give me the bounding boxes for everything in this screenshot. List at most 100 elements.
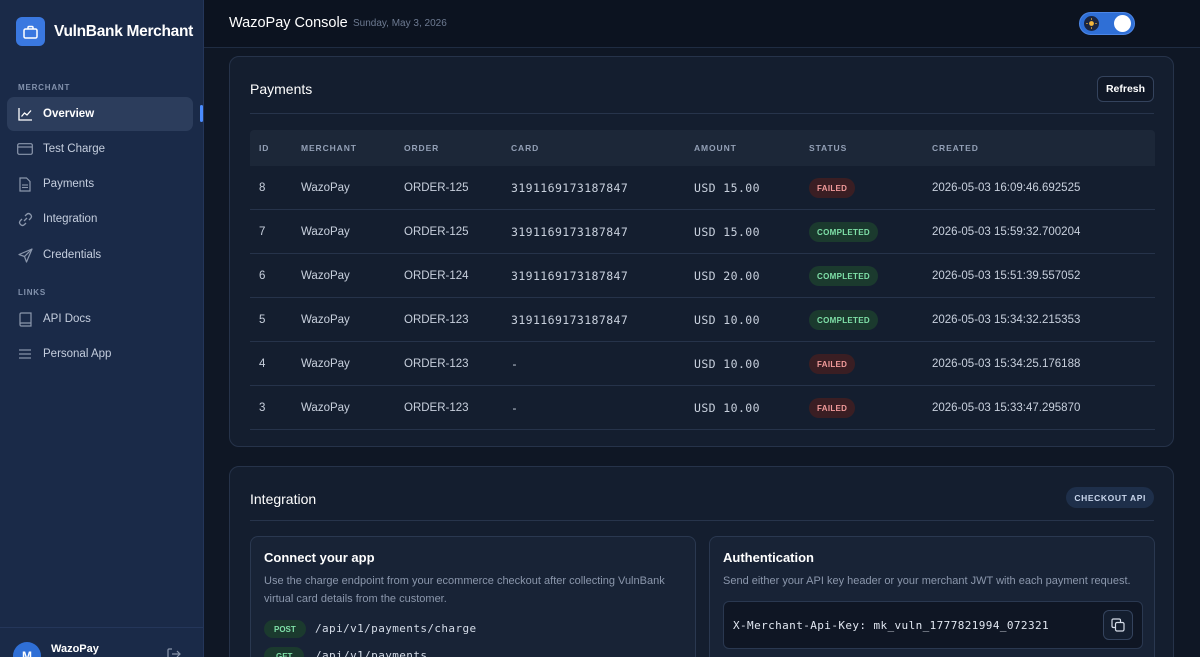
send-icon — [17, 247, 33, 263]
status-badge: FAILED — [809, 398, 856, 418]
table-row[interactable]: 5 WazoPay ORDER-123 3191169173187847 USD 10.… — [250, 298, 1155, 342]
status-badge: COMPLETED — [809, 266, 878, 286]
sidebar-item-label: Overview — [43, 108, 95, 120]
cell-created-text: 2026-05-03 16:09:46.692525 — [932, 182, 1081, 194]
cell-order-text: ORDER-123 — [404, 358, 469, 370]
cell-card-text: - — [511, 401, 519, 415]
table-row[interactable]: 3 WazoPay ORDER-123 - USD 10.00 FAILED 2026-05… — [250, 386, 1155, 430]
authentication-panel: Authentication Send either your API key … — [709, 536, 1155, 657]
integration-title: Integration — [250, 491, 317, 507]
cell-merchant: WazoPay — [301, 166, 350, 210]
theme-toggle[interactable] — [1079, 12, 1135, 35]
cell-status: FAILED — [809, 386, 856, 430]
cell-order: ORDER-124 — [404, 254, 469, 298]
refresh-button[interactable]: Refresh — [1097, 76, 1154, 102]
cell-merchant: WazoPay — [301, 298, 350, 342]
status-badge: COMPLETED — [809, 310, 878, 330]
connect-app-panel: Connect your app Use the charge endpoint… — [250, 536, 696, 657]
cell-card-text: 3191169173187847 — [511, 181, 629, 195]
cell-card: 3191169173187847 — [511, 210, 628, 254]
sidebar-item-payments[interactable]: Payments — [7, 167, 193, 201]
cell-order-text: ORDER-125 — [404, 182, 469, 194]
sidebar-item-overview[interactable]: Overview — [7, 97, 193, 131]
column-header-order: ORDER — [404, 143, 440, 153]
authentication-description: Send either your API key header or your … — [723, 575, 1131, 587]
cell-order: ORDER-125 — [404, 166, 469, 210]
sidebar-item-credentials[interactable]: Credentials — [7, 238, 193, 272]
briefcase-icon — [16, 17, 45, 46]
table-row[interactable]: 7 WazoPay ORDER-125 3191169173187847 USD 15.… — [250, 210, 1155, 254]
cell-status: COMPLETED — [809, 254, 878, 298]
cell-created: 2026-05-03 16:09:46.692525 — [932, 166, 1080, 210]
cell-merchant: WazoPay — [301, 210, 350, 254]
cell-order-text: ORDER-123 — [404, 402, 469, 414]
sidebar-item-label: API Docs — [43, 313, 91, 325]
cell-merchant-text: WazoPay — [301, 226, 350, 238]
cell-created: 2026-05-03 15:59:32.700204 — [932, 210, 1080, 254]
avatar[interactable]: M — [13, 642, 41, 657]
sidebar-item-test-charge[interactable]: Test Charge — [7, 132, 193, 166]
cell-id: 6 — [259, 254, 265, 298]
credit-card-icon — [17, 141, 33, 157]
section-label-merchant: MERCHANT — [18, 83, 71, 92]
cell-order: ORDER-123 — [404, 386, 469, 430]
endpoint-path[interactable]: /api/v1/payments — [315, 649, 427, 657]
cell-status: FAILED — [809, 342, 856, 386]
cell-status: FAILED — [809, 166, 856, 210]
sidebar: VulnBank Merchant MERCHANT Overview Test… — [0, 0, 204, 657]
payments-table: ID MERCHANT ORDER CARD AMOUNT STATUS CRE… — [250, 130, 1155, 430]
sidebar-item-personal-app[interactable]: Personal App — [7, 337, 193, 371]
column-header-amount: AMOUNT — [694, 143, 737, 153]
cell-order-text: ORDER-125 — [404, 226, 469, 238]
cell-amount-text: USD 10.00 — [694, 313, 760, 327]
cell-created: 2026-05-03 15:51:39.557052 — [932, 254, 1080, 298]
cell-id: 7 — [259, 210, 265, 254]
cell-merchant: WazoPay — [301, 342, 350, 386]
cell-card: 3191169173187847 — [511, 254, 628, 298]
checkout-api-badge: CHECKOUT API — [1066, 487, 1154, 508]
cell-id: 8 — [259, 166, 265, 210]
cell-card: - — [511, 386, 518, 430]
cell-card-text: 3191169173187847 — [511, 269, 629, 283]
cell-amount-text: USD 10.00 — [694, 401, 760, 415]
cell-created: 2026-05-03 15:33:47.295870 — [932, 386, 1080, 430]
endpoint-path[interactable]: /api/v1/payments/charge — [315, 622, 477, 635]
api-key-header[interactable]: X-Merchant-Api-Key: mk_vuln_1777821994_0… — [733, 619, 1049, 632]
brand[interactable]: VulnBank Merchant — [16, 17, 193, 46]
cell-merchant: WazoPay — [301, 386, 350, 430]
document-icon — [17, 176, 33, 192]
page-title: WazoPay Console — [229, 15, 348, 31]
menu-lines-icon — [17, 346, 33, 362]
table-header: ID MERCHANT ORDER CARD AMOUNT STATUS CRE… — [250, 130, 1155, 166]
cell-created-text: 2026-05-03 15:59:32.700204 — [932, 226, 1081, 238]
header: WazoPay Console Sunday, May 3, 2026 — [204, 0, 1200, 48]
cell-created-text: 2026-05-03 15:34:32.215353 — [932, 314, 1081, 326]
cell-id-text: 5 — [259, 314, 266, 326]
sidebar-item-api-docs[interactable]: API Docs — [7, 302, 193, 336]
column-header-card: CARD — [511, 143, 540, 153]
chart-line-icon — [17, 106, 33, 122]
cell-status: COMPLETED — [809, 210, 878, 254]
cell-amount-text: USD 20.00 — [694, 269, 760, 283]
logout-icon[interactable] — [167, 647, 181, 657]
column-header-status: STATUS — [809, 143, 848, 153]
sidebar-item-integration[interactable]: Integration — [7, 202, 193, 236]
cell-amount: USD 15.00 — [694, 166, 760, 210]
cell-merchant-text: WazoPay — [301, 182, 350, 194]
active-indicator — [200, 105, 203, 122]
table-row[interactable]: 8 WazoPay ORDER-125 3191169173187847 USD 15.… — [250, 166, 1155, 210]
sun-icon — [1084, 16, 1099, 31]
authentication-title: Authentication — [723, 550, 814, 565]
sidebar-item-label: Test Charge — [43, 143, 106, 155]
cell-amount-text: USD 15.00 — [694, 225, 760, 239]
connect-app-description: Use the charge endpoint from your ecomme… — [264, 575, 665, 605]
cell-merchant-text: WazoPay — [301, 402, 350, 414]
connect-app-title: Connect your app — [264, 550, 375, 565]
cell-id-text: 7 — [259, 226, 266, 238]
user-row: M WazoPay — [0, 627, 204, 657]
table-row[interactable]: 4 WazoPay ORDER-123 - USD 10.00 FAILED 2026-05… — [250, 342, 1155, 386]
cell-id: 5 — [259, 298, 265, 342]
table-body: 8 WazoPay ORDER-125 3191169173187847 USD 15.… — [250, 166, 1155, 430]
copy-button[interactable] — [1103, 610, 1133, 640]
table-row[interactable]: 6 WazoPay ORDER-124 3191169173187847 USD 20.… — [250, 254, 1155, 298]
